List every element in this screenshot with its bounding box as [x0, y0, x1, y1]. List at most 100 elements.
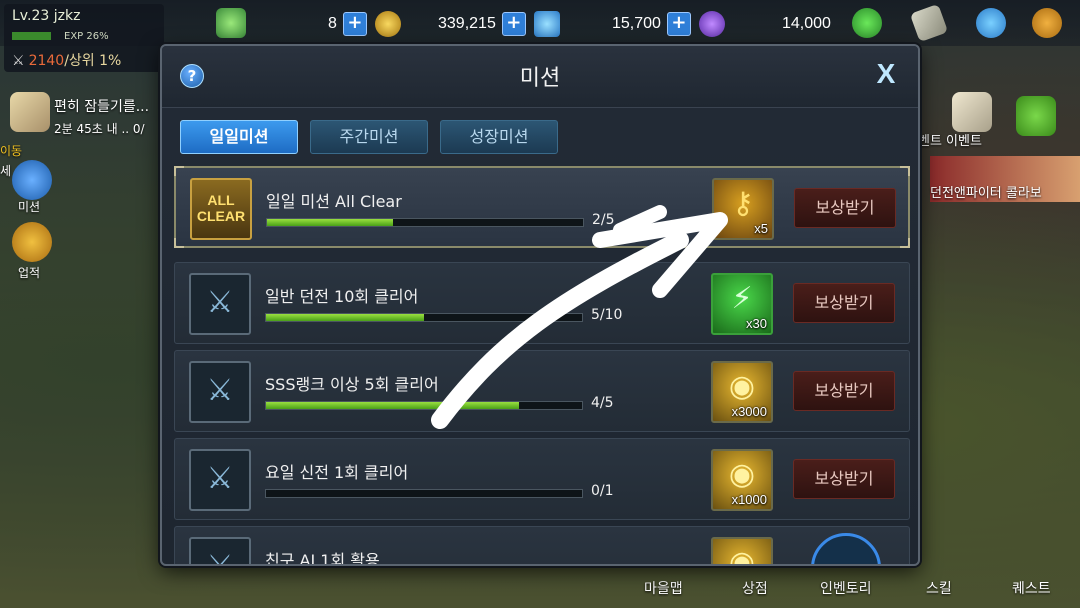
swords-glyph: ⚔ — [206, 461, 234, 496]
add-gold-button[interactable]: + — [501, 12, 526, 36]
mission-title: SSS랭크 이상 5회 클리어 — [265, 375, 439, 394]
nav-inventory[interactable]: 인벤토리 — [820, 578, 872, 598]
claim-reward-button[interactable]: 보상받기 — [793, 283, 895, 323]
tab-daily-mission[interactable]: 일일미션 — [180, 120, 298, 154]
tab-growth-mission[interactable]: 성장미션 — [440, 120, 558, 154]
event-label[interactable]: 벤트 이벤트 — [918, 130, 982, 149]
mission-progress-text: 0/1 — [591, 483, 614, 499]
corner-ornament — [174, 166, 184, 176]
mission-title: 일일 미션 All Clear — [266, 192, 402, 211]
mission-row[interactable]: ALL CLEAR 일일 미션 All Clear 2/5 ⚷ x5 보상받기 — [174, 166, 910, 248]
all-clear-icon: ALL CLEAR — [190, 178, 252, 240]
gold-coin-icon — [374, 11, 401, 37]
claim-reward-button[interactable]: 보상받기 — [794, 188, 896, 228]
mission-title: 일반 던전 10회 클리어 — [265, 287, 419, 306]
mission-progress-fill — [266, 402, 519, 409]
coins-glyph: ◉ — [728, 545, 756, 566]
friend-icon[interactable] — [852, 8, 882, 38]
diamond-icon — [533, 11, 560, 37]
event-book-icon[interactable] — [952, 92, 992, 132]
crossed-swords-icon: ⚔ — [12, 53, 25, 69]
exp-text: EXP 26% — [64, 31, 109, 42]
close-button[interactable]: X — [872, 60, 900, 88]
mission-progress-bar — [266, 218, 584, 227]
mission-progress-text: 4/5 — [591, 395, 614, 411]
stamina-value: 8 — [328, 15, 337, 32]
nav-village-map[interactable]: 마을맵 — [644, 578, 683, 598]
swords-glyph: ⚔ — [191, 549, 249, 564]
key-glyph: ⚷ — [732, 186, 754, 221]
power-rank: ⚔ 2140/상위 1% — [12, 53, 122, 69]
coins-glyph: ◉ — [728, 369, 756, 404]
mission-progress-text: 5/10 — [591, 307, 623, 323]
shortcut-circle-button[interactable] — [811, 533, 881, 564]
reward-count: x5 — [754, 221, 768, 236]
gem-counter: 15,700 + — [612, 11, 725, 37]
all-clear-icon-text: ALL CLEAR — [196, 192, 246, 224]
stamina-bolt-icon — [216, 8, 246, 38]
reward-count: x3000 — [731, 404, 767, 419]
coins-glyph: ◉ — [728, 457, 756, 492]
mission-label[interactable]: 미션 — [18, 198, 40, 215]
add-stamina-button[interactable]: + — [342, 12, 367, 36]
mission-progress-fill — [267, 219, 394, 226]
mission-row[interactable]: ⚔ SSS랭크 이상 5회 클리어 4/5 ◉ x3000 보상받기 — [174, 350, 910, 432]
crystal-counter: 14,000 — [782, 12, 831, 36]
mission-progress-bar — [265, 401, 583, 410]
notice-timer: 2분 45초 내 .. 0/ — [54, 122, 145, 136]
reward-count: x1000 — [731, 492, 767, 507]
nav-skill[interactable]: 스킬 — [926, 578, 952, 598]
dialog-title: 미션 — [519, 66, 561, 91]
mission-progress-bar — [265, 489, 583, 498]
corner-ornament — [900, 238, 910, 248]
crossed-swords-icon: ⚔ — [189, 361, 251, 423]
crossed-swords-icon: ⚔ — [189, 273, 251, 335]
player-level: Lv.23 jzkz — [12, 8, 81, 24]
mission-title: 친구 AI 1회 활용 — [265, 551, 380, 566]
gold-coins-icon: ◉ — [711, 537, 773, 566]
gold-coins-icon: ◉ x1000 — [711, 449, 773, 511]
mission-progress-bar — [265, 313, 583, 322]
claim-reward-button[interactable]: 보상받기 — [793, 371, 895, 411]
gear-icon[interactable] — [1032, 8, 1062, 38]
mission-title: 요일 신전 1회 클리어 — [265, 463, 409, 482]
golden-key-icon: ⚷ x5 — [712, 178, 774, 240]
collab-banner-text[interactable]: 던전앤파이터 콜라보 — [930, 182, 1042, 201]
swords-glyph: ⚔ — [206, 373, 234, 408]
swords-glyph: ⚔ — [206, 285, 234, 320]
stamina-potion-icon: ⚡ x30 — [711, 273, 773, 335]
corner-ornament — [174, 238, 184, 248]
gold-coins-icon: ◉ x3000 — [711, 361, 773, 423]
dialog-header: ? 미션 X — [162, 46, 918, 108]
crossed-swords-icon: ⚔ — [189, 537, 251, 564]
reward-count: x30 — [746, 316, 767, 331]
nav-shop[interactable]: 상점 — [742, 578, 768, 598]
potion-glyph: ⚡ — [731, 281, 753, 316]
side-hint: 세 — [0, 164, 12, 178]
gamepad-icon[interactable] — [1016, 96, 1056, 136]
mission-dialog: ? 미션 X 일일미션 주간미션 성장미션 ALL CLEAR 일일 미션 Al… — [160, 44, 920, 566]
gem-value: 15,700 — [612, 15, 661, 32]
player-info[interactable]: Lv.23 jzkz EXP 26% ⚔ 2140/상위 1% — [4, 4, 164, 72]
claim-reward-button[interactable]: 보상받기 — [793, 459, 895, 499]
scroll-icon[interactable] — [10, 92, 50, 132]
notice-text: 편히 잠들기를... — [54, 99, 150, 115]
exp-bar — [12, 32, 51, 40]
crossed-swords-icon: ⚔ — [189, 449, 251, 511]
move-label: 이동 — [0, 144, 23, 158]
nav-quest[interactable]: 퀘스트 — [1012, 578, 1051, 598]
mission-row[interactable]: ⚔ 일반 던전 10회 클리어 5/10 ⚡ x30 보상받기 — [174, 262, 910, 344]
crystal-value: 14,000 — [782, 15, 831, 32]
mission-row[interactable]: ⚔ 친구 AI 1회 활용 ◉ — [174, 526, 910, 566]
mission-icon[interactable] — [12, 160, 52, 200]
gold-counter: 339,215 + — [438, 11, 560, 37]
tab-weekly-mission[interactable]: 주간미션 — [310, 120, 428, 154]
achievement-icon[interactable] — [12, 222, 52, 262]
gold-value: 339,215 — [438, 15, 496, 32]
chat-icon[interactable] — [976, 8, 1006, 38]
corner-ornament — [900, 166, 910, 176]
add-gem-button[interactable]: + — [666, 12, 691, 36]
achievement-label[interactable]: 업적 — [18, 264, 40, 281]
mission-progress-text: 2/5 — [592, 212, 615, 228]
mission-row[interactable]: ⚔ 요일 신전 1회 클리어 0/1 ◉ x1000 보상받기 — [174, 438, 910, 520]
